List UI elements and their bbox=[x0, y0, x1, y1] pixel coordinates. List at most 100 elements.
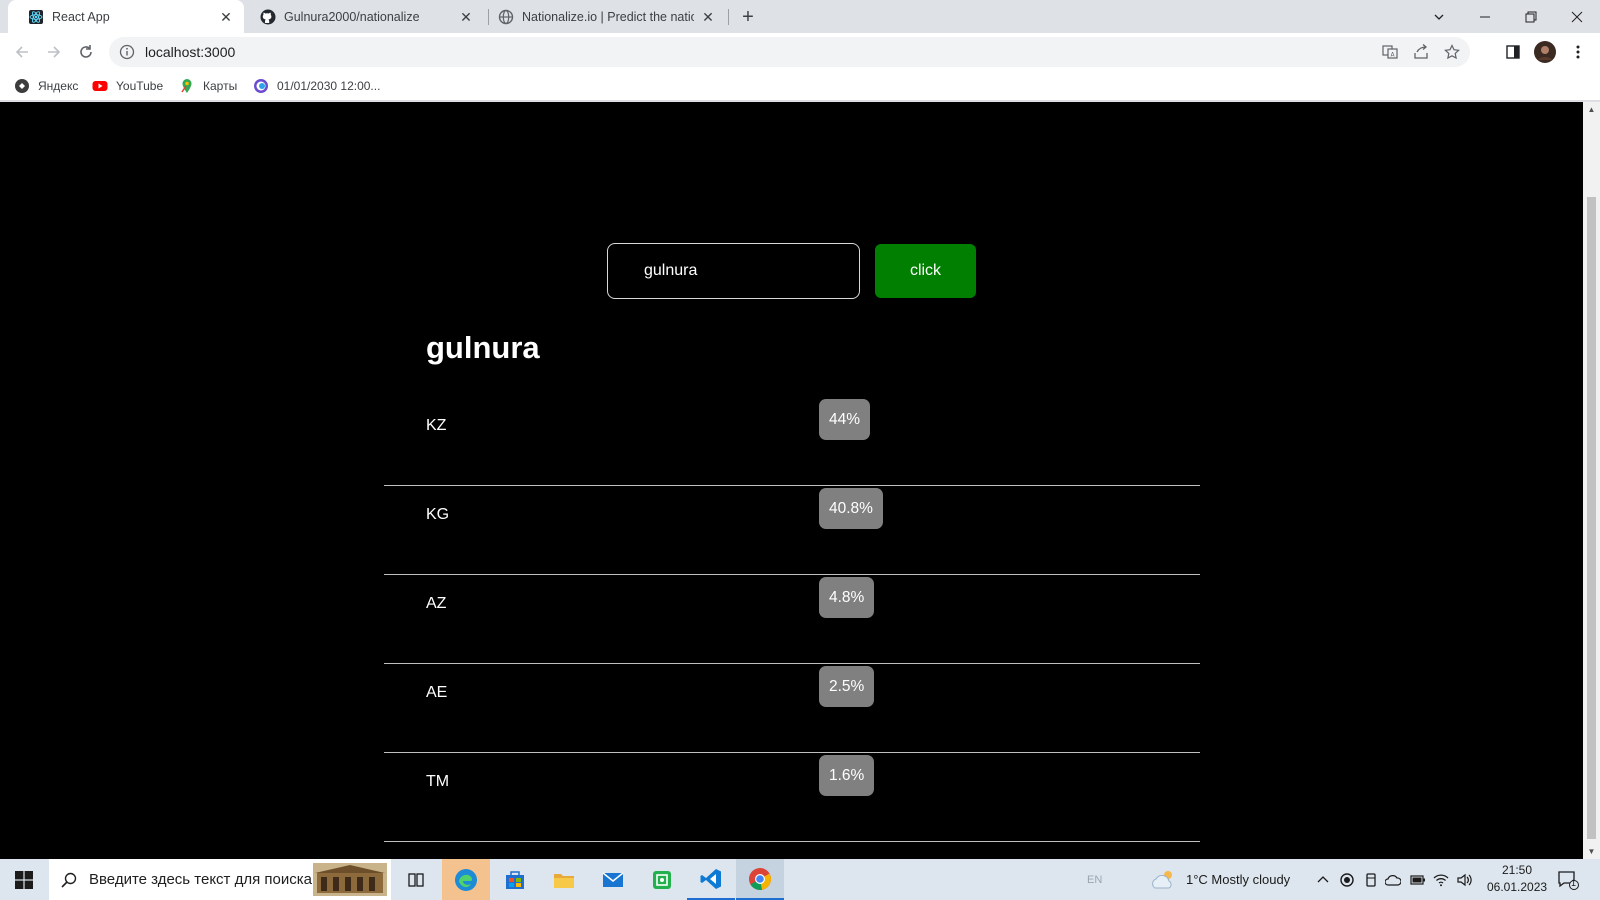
battery-icon[interactable] bbox=[1410, 859, 1426, 900]
share-icon[interactable] bbox=[1413, 44, 1429, 60]
country-code: KG bbox=[426, 506, 450, 523]
side-panel-icon[interactable] bbox=[1501, 40, 1525, 64]
windows-taskbar: Введите здесь текст для поиска EN 1°C Mo… bbox=[0, 859, 1600, 900]
react-icon bbox=[29, 9, 43, 24]
weather-text: 1°C Mostly cloudy bbox=[1186, 872, 1291, 887]
new-tab-icon[interactable]: + bbox=[737, 6, 759, 28]
page-viewport: click gulnura KZ 44% KG 40.8% AZ 4.8% AE… bbox=[0, 102, 1583, 859]
tab-title: React App bbox=[52, 9, 110, 24]
restore-icon[interactable] bbox=[1508, 0, 1554, 33]
bookmark-label: YouTube bbox=[116, 79, 164, 93]
list-item: AZ 4.8% bbox=[384, 575, 1200, 664]
tray-device-icon[interactable] bbox=[1364, 859, 1378, 900]
tab-separator bbox=[728, 9, 729, 25]
list-item: KG 40.8% bbox=[384, 486, 1200, 575]
taskbar-green-app-icon[interactable] bbox=[638, 859, 686, 900]
bookmark-youtube[interactable]: YouTube bbox=[92, 77, 163, 95]
minimize-icon[interactable] bbox=[1462, 0, 1508, 33]
close-tab-icon[interactable]: ✕ bbox=[458, 9, 474, 25]
volume-icon[interactable] bbox=[1457, 859, 1473, 900]
notification-icon[interactable]: 1 bbox=[1557, 859, 1579, 900]
back-icon[interactable] bbox=[6, 36, 38, 68]
close-tab-icon[interactable]: ✕ bbox=[218, 9, 234, 25]
address-bar[interactable]: localhost:3000 A bbox=[109, 37, 1470, 67]
taskbar-store-icon[interactable] bbox=[491, 859, 539, 900]
probability-badge: 1.6% bbox=[819, 755, 875, 796]
tab-separator bbox=[488, 9, 489, 25]
taskbar-clock[interactable]: 21:50 06.01.2023 bbox=[1487, 862, 1547, 896]
bookmarks-bar: Яндекс YouTube Карты 01/01/2030 12:00... bbox=[0, 71, 1600, 101]
country-code: AZ bbox=[426, 595, 447, 612]
list-item: AE 2.5% bbox=[384, 664, 1200, 753]
windows-start-icon[interactable] bbox=[0, 859, 48, 900]
info-icon[interactable] bbox=[119, 44, 135, 60]
country-code: TM bbox=[426, 773, 450, 790]
taskbar-search-placeholder: Введите здесь текст для поиска bbox=[89, 871, 312, 888]
github-icon bbox=[260, 9, 276, 24]
tab-title: Nationalize.io | Predict the nation bbox=[522, 9, 694, 24]
click-button[interactable]: click bbox=[875, 244, 976, 298]
language-indicator[interactable]: EN bbox=[1087, 859, 1102, 900]
forward-icon[interactable] bbox=[38, 36, 70, 68]
task-view-icon[interactable] bbox=[394, 859, 438, 900]
yandex-icon bbox=[15, 79, 29, 93]
tab-title: Gulnura2000/nationalize bbox=[284, 9, 420, 24]
taskbar-explorer-icon[interactable] bbox=[540, 859, 588, 900]
clock-date: 06.01.2023 bbox=[1487, 880, 1548, 894]
tray-cloud-icon[interactable] bbox=[1385, 859, 1401, 900]
tab-github[interactable]: Gulnura2000/nationalize ✕ bbox=[248, 0, 484, 33]
taskbar-search-box[interactable]: Введите здесь текст для поиска bbox=[49, 859, 391, 900]
results-list: KZ 44% KG 40.8% AZ 4.8% AE 2.5% TM 1.6% bbox=[384, 397, 1200, 842]
name-input[interactable] bbox=[607, 243, 860, 299]
weather-widget[interactable]: 1°C Mostly cloudy bbox=[1150, 859, 1290, 900]
scroll-down-icon[interactable]: ▼ bbox=[1587, 847, 1596, 856]
bookmark-date[interactable]: 01/01/2030 12:00... bbox=[253, 77, 380, 95]
country-code: AE bbox=[426, 684, 448, 701]
notification-count: 1 bbox=[1571, 878, 1577, 888]
close-window-icon[interactable] bbox=[1554, 0, 1600, 33]
search-icon bbox=[61, 872, 77, 888]
maps-icon bbox=[181, 79, 192, 93]
bookmark-yandex[interactable]: Яндекс bbox=[14, 77, 78, 95]
menu-icon[interactable] bbox=[1566, 40, 1590, 64]
taskbar-chrome-icon[interactable] bbox=[736, 859, 784, 900]
avatar[interactable] bbox=[1533, 40, 1557, 64]
taskbar-edge-icon[interactable] bbox=[442, 859, 490, 900]
list-item: TM 1.6% bbox=[384, 753, 1200, 842]
tab-search-icon[interactable] bbox=[1416, 0, 1462, 33]
tab-react-app[interactable]: React App ✕ bbox=[8, 0, 244, 33]
close-tab-icon[interactable]: ✕ bbox=[700, 9, 716, 25]
tray-record-icon[interactable] bbox=[1340, 859, 1354, 900]
youtube-icon bbox=[92, 81, 108, 91]
taskbar-mail-icon[interactable] bbox=[589, 859, 637, 900]
probability-badge: 40.8% bbox=[819, 488, 883, 529]
list-item: KZ 44% bbox=[384, 397, 1200, 486]
probability-badge: 44% bbox=[819, 399, 871, 440]
reload-icon[interactable] bbox=[70, 36, 102, 68]
translate-icon[interactable]: A bbox=[1382, 44, 1398, 60]
tray-chevron-icon[interactable] bbox=[1317, 859, 1329, 900]
probability-badge: 2.5% bbox=[819, 666, 875, 707]
tab-nationalize[interactable]: Nationalize.io | Predict the nation ✕ bbox=[490, 0, 726, 33]
browser-toolbar: localhost:3000 A bbox=[0, 33, 1600, 71]
scrollbar-thumb[interactable] bbox=[1587, 197, 1596, 839]
bookmark-label: Яндекс bbox=[38, 79, 79, 93]
clock-time: 21:50 bbox=[1501, 863, 1533, 877]
search-highlight-image-icon bbox=[313, 863, 387, 896]
cloud-icon bbox=[1152, 870, 1172, 888]
result-name-heading: gulnura bbox=[426, 330, 540, 365]
url-text: localhost:3000 bbox=[145, 44, 236, 60]
edge-icon bbox=[254, 79, 268, 93]
taskbar-vscode-icon[interactable] bbox=[687, 859, 735, 900]
scroll-up-icon[interactable]: ▲ bbox=[1587, 105, 1596, 114]
page-scrollbar[interactable]: ▲ ▼ bbox=[1583, 102, 1600, 859]
bookmark-maps[interactable]: Карты bbox=[179, 77, 237, 95]
wifi-icon[interactable] bbox=[1433, 859, 1449, 900]
bookmark-label: 01/01/2030 12:00... bbox=[277, 79, 381, 93]
bookmark-star-icon[interactable] bbox=[1444, 44, 1460, 60]
probability-badge: 4.8% bbox=[819, 577, 875, 618]
country-code: KZ bbox=[426, 417, 447, 434]
bookmark-label: Карты bbox=[203, 79, 238, 93]
browser-tab-strip: React App ✕ Gulnura2000/nationalize ✕ Na… bbox=[0, 0, 1600, 33]
globe-icon bbox=[498, 9, 514, 24]
